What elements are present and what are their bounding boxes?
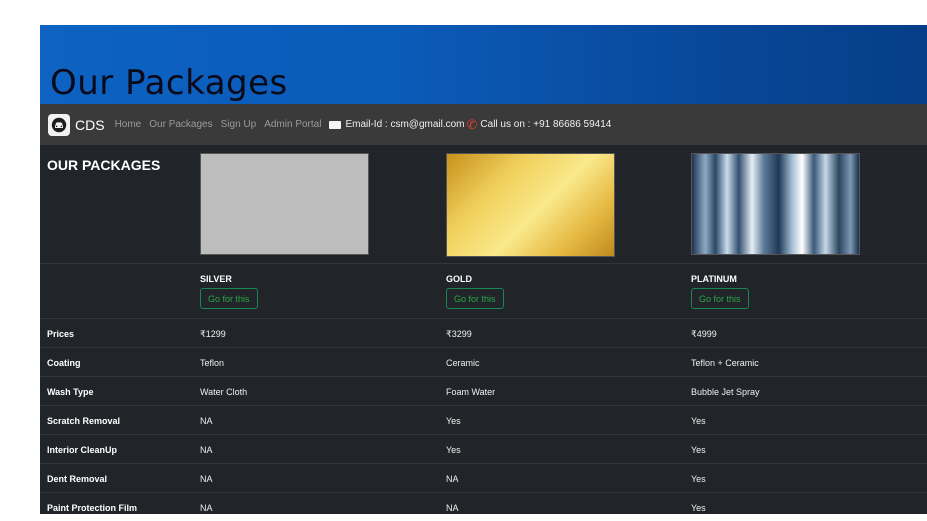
phone-icon: ✆ <box>466 116 478 132</box>
cell-silver: Water Cloth <box>200 387 248 397</box>
hero-banner: Our Packages <box>40 25 927 105</box>
cell-silver: ₹1299 <box>200 329 226 339</box>
table-row-paint-protection-film: Paint Protection Film NA NA Yes <box>40 493 927 521</box>
email-contact: Email-Id : csm@gmail.com <box>345 119 465 130</box>
cell-platinum: Yes <box>691 445 706 455</box>
cell-gold: Foam Water <box>446 387 496 397</box>
cell-gold: NA <box>446 474 459 484</box>
go-for-platinum-button[interactable]: Go for this <box>691 288 749 309</box>
cell-platinum: ₹4999 <box>691 329 717 339</box>
phone-contact: Call us on : +91 86686 59414 <box>480 119 612 130</box>
table-row-interior-cleanup: Interior CleanUp NA Yes Yes <box>40 435 927 464</box>
row-label: Paint Protection Film <box>47 503 138 513</box>
navbar: CDS Home Our Packages Sign Up Admin Port… <box>40 104 927 146</box>
package-names-row: SILVER Go for this GOLD Go for this PLAT… <box>40 264 927 319</box>
cell-gold: Ceramic <box>446 358 480 368</box>
row-label: Dent Removal <box>47 474 108 484</box>
packages-table: OUR PACKAGES SILVER Go for this GOLD Go … <box>40 145 927 514</box>
gold-package-image <box>446 153 615 257</box>
cell-platinum: Yes <box>691 503 706 513</box>
package-images-row: OUR PACKAGES <box>40 145 927 264</box>
cell-gold: Yes <box>446 416 461 426</box>
table-row-dent-removal: Dent Removal NA NA Yes <box>40 464 927 493</box>
car-logo-icon[interactable] <box>48 113 70 136</box>
row-label: Wash Type <box>47 387 94 397</box>
go-for-gold-button[interactable]: Go for this <box>446 288 504 309</box>
silver-package-image <box>200 153 369 255</box>
cell-gold: Yes <box>446 445 461 455</box>
cell-silver: NA <box>200 474 213 484</box>
row-label: Scratch Removal <box>47 416 121 426</box>
brand-name[interactable]: CDS <box>75 117 105 133</box>
cell-silver: NA <box>200 416 213 426</box>
page-title: Our Packages <box>50 63 288 103</box>
row-label: Interior CleanUp <box>47 445 118 455</box>
nav-link-admin-portal[interactable]: Admin Portal <box>264 119 321 130</box>
row-label: Coating <box>47 358 81 368</box>
go-for-silver-button[interactable]: Go for this <box>200 288 258 309</box>
platinum-package-image <box>691 153 860 255</box>
cell-platinum: Yes <box>691 474 706 484</box>
package-name-platinum: PLATINUM <box>691 274 737 284</box>
table-row-scratch-removal: Scratch Removal NA Yes Yes <box>40 406 927 435</box>
cell-silver: Teflon <box>200 358 225 368</box>
table-row-coating: Coating Teflon Ceramic Teflon + Ceramic <box>40 348 927 377</box>
cell-silver: NA <box>200 445 213 455</box>
table-row-wash-type: Wash Type Water Cloth Foam Water Bubble … <box>40 377 927 406</box>
row-label: Prices <box>47 329 75 339</box>
nav-link-sign-up[interactable]: Sign Up <box>221 119 257 130</box>
package-name-gold: GOLD <box>446 274 472 284</box>
nav-link-home[interactable]: Home <box>115 119 142 130</box>
mail-icon <box>329 120 342 129</box>
cell-gold: ₹3299 <box>446 329 472 339</box>
section-title: OUR PACKAGES <box>47 157 161 173</box>
table-row-prices: Prices ₹1299 ₹3299 ₹4999 <box>40 319 927 348</box>
cell-platinum: Teflon + Ceramic <box>691 358 759 368</box>
package-name-silver: SILVER <box>200 274 232 284</box>
nav-link-our-packages[interactable]: Our Packages <box>149 119 212 130</box>
cell-platinum: Yes <box>691 416 706 426</box>
cell-silver: NA <box>200 503 213 513</box>
cell-platinum: Bubble Jet Spray <box>691 387 760 397</box>
cell-gold: NA <box>446 503 459 513</box>
